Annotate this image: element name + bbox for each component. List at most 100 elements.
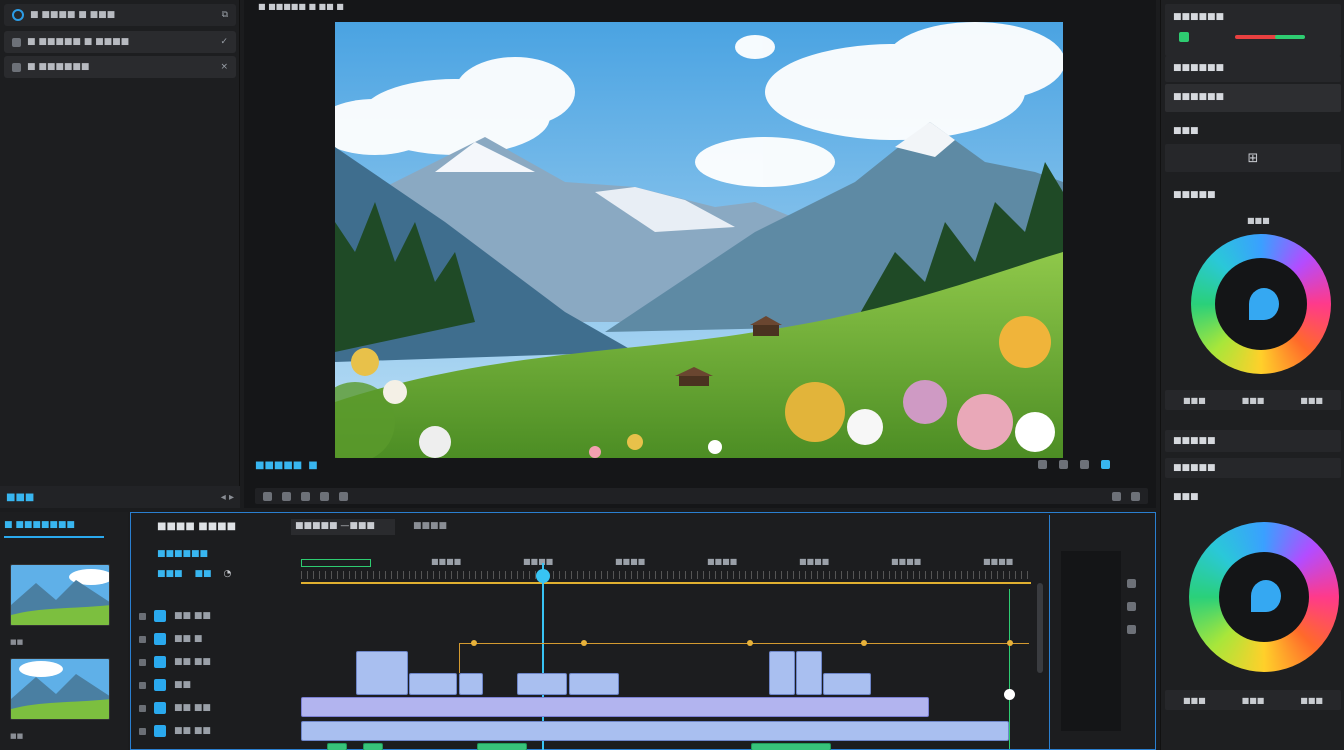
timeline-scrollbar[interactable] — [1037, 583, 1043, 673]
wheel2-tab-3[interactable]: ■■■ — [1300, 696, 1323, 705]
bin-header[interactable]: ■ ■■■■■■■ — [4, 520, 104, 538]
grid-icon[interactable] — [1080, 460, 1089, 469]
inspector-row-3-label: ■■■■■ — [1173, 436, 1216, 446]
step-forward-icon[interactable] — [320, 491, 329, 501]
project-row-2[interactable]: ■ ■■■■■■ × — [4, 56, 236, 78]
mic-icon[interactable] — [1127, 602, 1136, 611]
track-header-4[interactable]: ■■ — [139, 676, 299, 694]
landscape-image — [335, 22, 1063, 458]
audio-clip[interactable] — [477, 743, 527, 750]
media-thumbnail-2[interactable] — [10, 658, 110, 720]
clip[interactable] — [459, 673, 483, 695]
track-toggle-icon[interactable] — [154, 656, 166, 668]
inspector-row-1[interactable]: ■■■■■■ — [1165, 56, 1341, 82]
color-wheel-1[interactable] — [1191, 234, 1331, 374]
lock-icon[interactable] — [139, 681, 146, 689]
color-wheel-2-handle[interactable] — [1251, 580, 1281, 612]
wheel1-tab-2[interactable]: ■■■ — [1242, 396, 1265, 405]
close-icon[interactable]: × — [220, 62, 228, 72]
clip[interactable] — [517, 673, 567, 695]
clip-track-5[interactable] — [301, 697, 929, 717]
color-wheel-2[interactable] — [1189, 522, 1339, 672]
color-wheel-1-handle[interactable] — [1249, 288, 1279, 320]
check-icon[interactable]: ✓ — [220, 37, 228, 47]
lock-icon[interactable] — [139, 704, 146, 712]
audio-clip[interactable] — [327, 743, 347, 750]
project-row-1[interactable]: ■ ■■■■■ ■ ■■■■ ✓ — [4, 31, 236, 53]
playhead-handle[interactable] — [535, 569, 550, 583]
timeline-control-2[interactable]: ■■ — [195, 569, 212, 579]
arrows-icon[interactable]: ◂ ▸ — [221, 492, 234, 503]
inspector-row-4[interactable]: ■■■■■ — [1165, 458, 1341, 478]
clip-track-6[interactable] — [301, 721, 1009, 741]
inspector-row-2[interactable]: ■■■■■■ — [1165, 84, 1341, 112]
wheel1-tab-3[interactable]: ■■■ — [1300, 396, 1323, 405]
track-name-2: ■■ ■ — [174, 634, 203, 644]
track-toggle-icon[interactable] — [154, 679, 166, 691]
copy-icon[interactable]: ⧉ — [222, 10, 228, 20]
timeline-control-1[interactable]: ■■■ — [157, 569, 183, 579]
track-header-2[interactable]: ■■ ■ — [139, 630, 299, 648]
lock-icon[interactable] — [139, 635, 146, 643]
clip[interactable] — [769, 651, 795, 695]
project-header[interactable]: ■ ■■■■ ■ ■■■ ⧉ — [4, 4, 236, 26]
track-header-6[interactable]: ■■ ■■ — [139, 722, 299, 740]
fullscreen-icon[interactable] — [1101, 460, 1110, 469]
settings-icon[interactable] — [1112, 491, 1121, 501]
audio-icon[interactable] — [1131, 491, 1140, 501]
clip[interactable] — [569, 673, 619, 695]
media-thumbnail-1[interactable] — [10, 564, 110, 626]
meter-bar-green — [1275, 35, 1305, 39]
lock-icon[interactable] — [139, 727, 146, 735]
bin-tab[interactable]: ■■■ — [6, 492, 34, 503]
clip[interactable] — [409, 673, 457, 695]
bin-tabbar: ■■■ ◂ ▸ — [0, 486, 240, 508]
speaker-icon[interactable] — [1127, 579, 1136, 588]
track-header-1[interactable]: ■■ ■■ — [139, 607, 299, 625]
keyframe-3[interactable] — [747, 640, 753, 646]
transform-button[interactable]: ⊞ — [1165, 144, 1341, 172]
track-toggle-icon[interactable] — [154, 633, 166, 645]
video-preview[interactable] — [335, 22, 1063, 458]
keyframe-2[interactable] — [581, 640, 587, 646]
track-toggle-icon[interactable] — [154, 725, 166, 737]
sequence-tab[interactable]: ■■■■■ —■■■ — [291, 519, 395, 535]
keyframe-1[interactable] — [471, 640, 477, 646]
inspector-row-3[interactable]: ■■■■■ — [1165, 430, 1341, 452]
wheel2-tab-1[interactable]: ■■■ — [1183, 696, 1206, 705]
track-header-3[interactable]: ■■ ■■ — [139, 653, 299, 671]
audio-clip[interactable] — [751, 743, 831, 750]
end-handle[interactable] — [1004, 689, 1015, 700]
timeline-ruler[interactable]: ■■■■■■■■■■■■■■■■■■■■■■■■■■■■■■■■ — [301, 557, 1105, 584]
step-back-icon[interactable] — [282, 491, 291, 501]
track-header-5[interactable]: ■■ ■■ — [139, 699, 299, 717]
keyframe-5[interactable] — [1007, 640, 1013, 646]
project-row-1-label: ■ ■■■■■ ■ ■■■■ — [27, 37, 130, 47]
lock-icon[interactable] — [139, 612, 146, 620]
media-label-2: ■■ — [10, 732, 24, 740]
keyframe-4[interactable] — [861, 640, 867, 646]
loop-icon[interactable] — [339, 491, 348, 501]
rewind-icon[interactable] — [263, 491, 272, 501]
timeline-side-tools — [1127, 579, 1136, 634]
record-icon[interactable] — [1127, 625, 1136, 634]
wheel2-tab-2[interactable]: ■■■ — [1242, 696, 1265, 705]
lock-icon[interactable] — [139, 658, 146, 666]
play-icon[interactable] — [301, 491, 310, 501]
track-name-4: ■■ — [174, 680, 192, 690]
image-icon — [12, 62, 21, 72]
audio-clip[interactable] — [363, 743, 383, 750]
clip[interactable] — [796, 651, 822, 695]
snap-icon[interactable]: ◔ — [224, 569, 232, 579]
zoom-icon[interactable] — [1038, 460, 1047, 469]
fit-icon[interactable] — [1059, 460, 1068, 469]
media-label-1: ■■ — [10, 638, 24, 646]
clip[interactable] — [823, 673, 871, 695]
audio-meter-column — [1061, 551, 1121, 731]
wheel1-tab-1[interactable]: ■■■ — [1183, 396, 1206, 405]
track-toggle-icon[interactable] — [154, 702, 166, 714]
extra-tab[interactable]: ■■■■ — [413, 521, 447, 531]
clip[interactable] — [356, 651, 408, 695]
track-toggle-icon[interactable] — [154, 610, 166, 622]
folder-icon — [12, 37, 21, 47]
